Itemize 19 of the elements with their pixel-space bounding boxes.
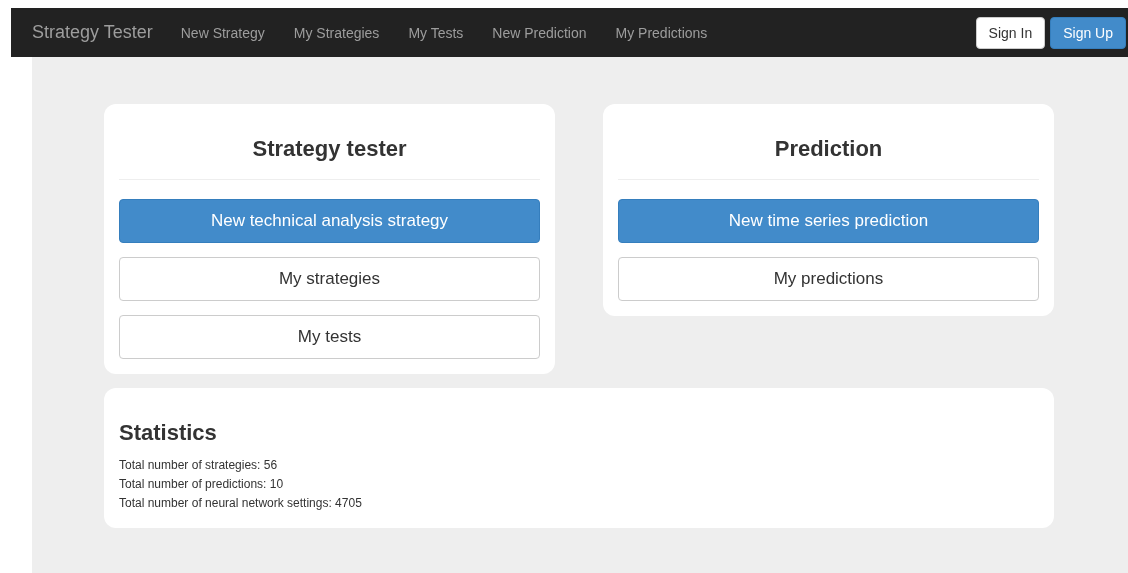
sign-up-button[interactable]: Sign Up	[1050, 16, 1126, 49]
sign-in-button[interactable]: Sign In	[975, 16, 1046, 49]
statistics-title: Statistics	[119, 420, 218, 446]
nav-link[interactable]: My Tests	[408, 24, 464, 41]
statistic-line: Total number of neural network settings: 4705	[119, 495, 363, 512]
statistic-line: Total number of predictions: 10	[119, 476, 285, 493]
card-title: Strategy tester	[119, 136, 540, 180]
action-button[interactable]: My strategies	[119, 257, 540, 301]
action-button[interactable]: My predictions	[618, 257, 1039, 301]
nav-link[interactable]: New Strategy	[180, 24, 265, 41]
card-title: Prediction	[618, 136, 1039, 180]
action-button[interactable]: My tests	[119, 315, 540, 359]
statistic-line: Total number of strategies: 56	[119, 457, 279, 474]
nav-link[interactable]: My Predictions	[615, 24, 708, 41]
action-button[interactable]: New technical analysis strategy	[119, 199, 540, 243]
nav-link[interactable]: My Strategies	[293, 24, 380, 41]
nav-link[interactable]: New Prediction	[492, 24, 587, 41]
action-button[interactable]: New time series prediction	[618, 199, 1039, 243]
brand-link[interactable]: Strategy Tester	[32, 22, 153, 43]
